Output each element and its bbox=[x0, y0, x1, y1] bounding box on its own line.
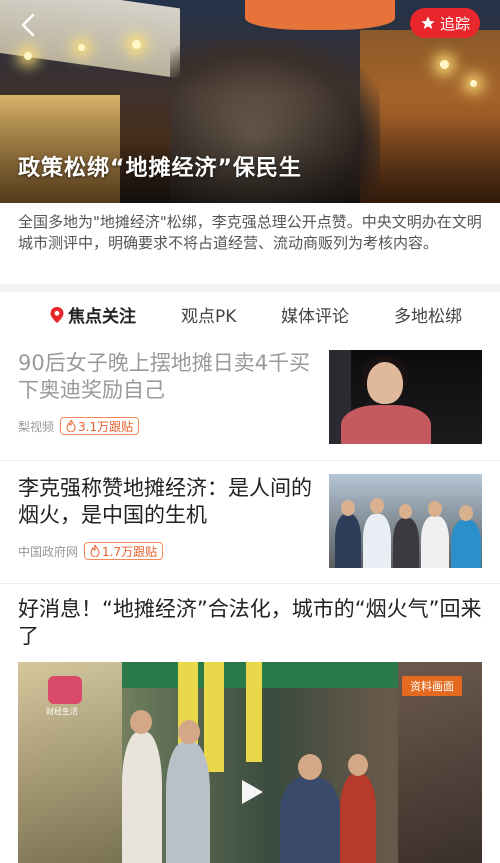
news-thumbnail bbox=[329, 474, 482, 568]
thumb-head bbox=[428, 501, 442, 517]
news-title: 好消息！“地摊经济”合法化，城市的“烟火气”回来了 bbox=[18, 597, 482, 648]
comment-badge: 3.1万跟贴 bbox=[60, 417, 140, 435]
hero-light bbox=[24, 52, 32, 60]
hero-light bbox=[440, 60, 449, 69]
channel-logo bbox=[48, 676, 82, 704]
video-head bbox=[178, 720, 200, 744]
thumb-person bbox=[363, 514, 391, 568]
news-title: 90后女子晚上摆地摊日卖4千买下奥迪奖励自己 bbox=[18, 351, 311, 402]
hero-shade bbox=[0, 93, 500, 203]
video-head bbox=[298, 754, 322, 780]
comment-badge: 1.7万跟贴 bbox=[84, 542, 164, 560]
video-person bbox=[280, 777, 340, 863]
news-source: 梨视频 bbox=[18, 419, 55, 434]
tab-focus[interactable]: 焦点关注 bbox=[50, 302, 136, 327]
thumb-person bbox=[451, 520, 481, 568]
thumb-head bbox=[370, 498, 384, 514]
play-icon[interactable] bbox=[239, 778, 265, 806]
channel-logo-text: 财经生活 bbox=[46, 707, 78, 716]
news-title: 李克强称赞地摊经济：是人间的烟火，是中国的生机 bbox=[18, 476, 312, 527]
tab-media-comment[interactable]: 媒体评论 bbox=[281, 302, 349, 327]
tab-local-relax[interactable]: 多地松绑 bbox=[394, 302, 462, 327]
topic-summary: 全国多地为"地摊经济"松绑，李克强总理公开点赞。中央文明办在文明城市测评中，明确… bbox=[18, 213, 482, 252]
news-thumbnail bbox=[329, 350, 482, 444]
tab-local-relax-label: 多地松绑 bbox=[394, 307, 462, 327]
thumb-person bbox=[421, 516, 449, 568]
location-pin-icon bbox=[50, 306, 64, 323]
thumb-head bbox=[341, 500, 355, 516]
video-player[interactable]: 财经生活 资料画面 bbox=[18, 662, 482, 863]
archive-footage-tag: 资料画面 bbox=[402, 676, 462, 696]
star-icon bbox=[421, 16, 435, 29]
video-person bbox=[166, 742, 210, 863]
thumb-head bbox=[459, 505, 473, 521]
video-sign bbox=[204, 662, 224, 772]
news-item[interactable]: 李克强称赞地摊经济：是人间的烟火，是中国的生机 中国政府网 1.7万跟贴 bbox=[0, 461, 500, 583]
thumb-person-face bbox=[367, 362, 403, 404]
news-meta: 中国政府网 1.7万跟贴 bbox=[18, 542, 164, 560]
comment-count: 3.1万跟贴 bbox=[78, 419, 134, 434]
thumb-person bbox=[393, 518, 419, 568]
thumb-head bbox=[399, 504, 412, 519]
hero-light bbox=[78, 44, 85, 51]
fire-icon bbox=[66, 420, 76, 432]
hero-banner: 追踪 政策松绑“地摊经济”保民生 bbox=[0, 0, 500, 203]
thumb-person bbox=[335, 514, 361, 568]
back-button[interactable] bbox=[16, 12, 42, 38]
tab-opinion-pk[interactable]: 观点PK bbox=[181, 302, 236, 327]
topic-tabs: 焦点关注 观点PK 媒体评论 多地松绑 bbox=[0, 296, 500, 332]
follow-label: 追踪 bbox=[439, 14, 470, 33]
chevron-left-icon bbox=[21, 13, 35, 37]
news-meta: 梨视频 3.1万跟贴 bbox=[18, 417, 140, 435]
news-source: 中国政府网 bbox=[18, 544, 79, 559]
follow-button[interactable]: 追踪 bbox=[410, 8, 480, 38]
tab-media-comment-label: 媒体评论 bbox=[281, 307, 349, 327]
video-head bbox=[348, 754, 368, 776]
video-person bbox=[122, 732, 162, 863]
video-person bbox=[340, 774, 376, 863]
fire-icon bbox=[90, 545, 100, 557]
hero-light bbox=[470, 80, 477, 87]
hero-light bbox=[132, 40, 141, 49]
thumb-person-body bbox=[341, 405, 431, 444]
section-divider bbox=[0, 284, 500, 292]
news-item[interactable]: 90后女子晚上摆地摊日卖4千买下奥迪奖励自己 梨视频 3.1万跟贴 bbox=[0, 336, 500, 460]
hero-title: 政策松绑“地摊经济”保民生 bbox=[18, 156, 302, 181]
hero-umbrella bbox=[245, 0, 395, 30]
comment-count: 1.7万跟贴 bbox=[102, 544, 158, 559]
tab-focus-label: 焦点关注 bbox=[68, 307, 136, 327]
video-sign bbox=[246, 662, 262, 762]
tab-opinion-pk-label: 观点PK bbox=[181, 307, 237, 327]
video-head bbox=[130, 710, 152, 734]
